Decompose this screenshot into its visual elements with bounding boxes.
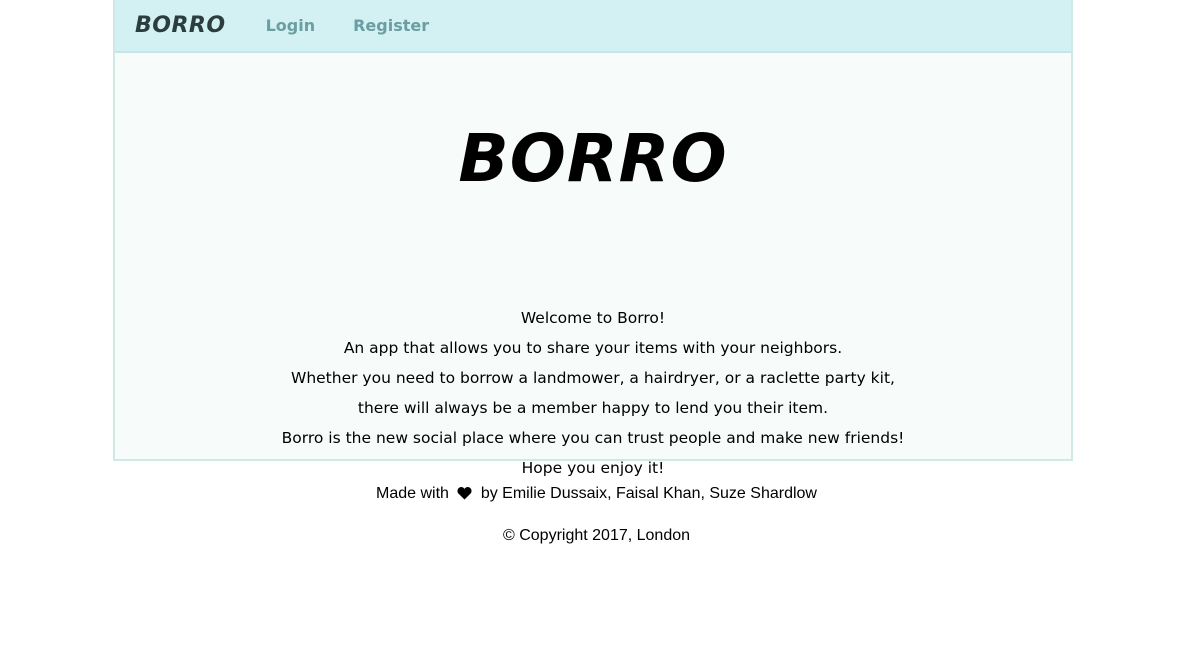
footer: Made with by Emilie Dussaix, Faisal Khan…: [0, 480, 1193, 550]
credits-authors: by Emilie Dussaix, Faisal Khan, Suze Sha…: [480, 485, 817, 502]
intro-line: An app that allows you to share your ite…: [343, 339, 843, 357]
credits-prefix: Made with: [376, 485, 449, 502]
intro-text: Welcome to Borro! An app that allows you…: [115, 303, 1071, 483]
main-container: BORRO Login Register BORRO Welcome to Bo…: [113, 0, 1073, 477]
hero-title: BORRO: [458, 120, 728, 197]
intro-line: Hope you enjoy it!: [521, 459, 665, 477]
brand-logo-link[interactable]: BORRO: [135, 13, 226, 38]
intro-line: Whether you need to borrow a landmower, …: [291, 369, 895, 387]
nav-register-link[interactable]: Register: [353, 16, 429, 35]
intro-line: Borro is the new social place where you …: [281, 429, 905, 447]
navbar: BORRO Login Register: [115, 0, 1071, 53]
intro-line: there will always be a member happy to l…: [357, 399, 829, 417]
credits: Made with by Emilie Dussaix, Faisal Khan…: [0, 480, 1193, 510]
copyright: © Copyright 2017, London: [502, 527, 691, 544]
hero-section: BORRO Welcome to Borro! An app that allo…: [115, 53, 1071, 477]
nav-login-link[interactable]: Login: [266, 16, 316, 35]
heart-icon: [457, 482, 472, 510]
intro-line: Welcome to Borro!: [520, 309, 666, 327]
